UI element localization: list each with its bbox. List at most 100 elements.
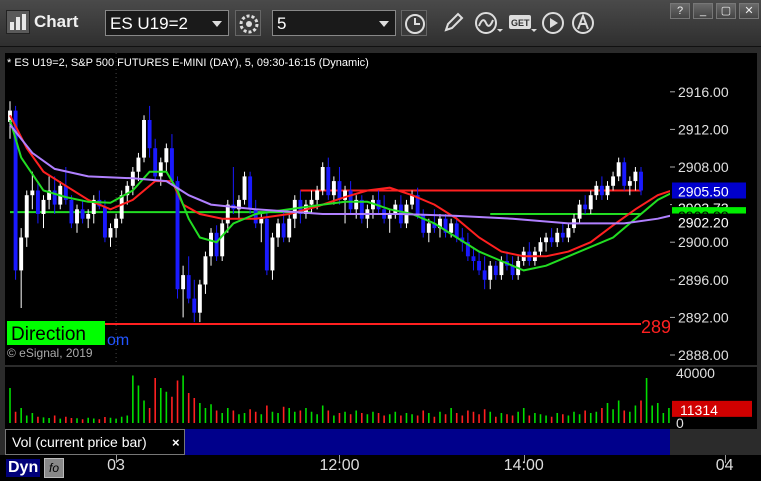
candle	[337, 181, 342, 200]
legend-strip	[185, 429, 670, 455]
help-button[interactable]: ?	[670, 3, 690, 19]
price-tag-label: 2902.20	[678, 215, 729, 231]
candle	[454, 223, 459, 238]
volume-panel[interactable]	[5, 367, 670, 429]
candle	[80, 209, 85, 219]
volume-bar	[656, 403, 659, 423]
price-chart-panel[interactable]: * ES U19=2, S&P 500 FUTURES E-MINI (DAY)…	[5, 53, 726, 365]
symbol-field[interactable]: ES U19=2	[105, 10, 229, 36]
window-title: Chart	[34, 12, 79, 31]
chevron-down-icon[interactable]	[379, 21, 389, 27]
volume-bar	[550, 416, 553, 423]
volume-bar	[338, 413, 341, 423]
function-icon[interactable]: fo	[44, 458, 64, 478]
volume-bar	[584, 410, 586, 423]
volume-bar	[282, 406, 285, 423]
volume-bar	[517, 411, 519, 423]
x-tick-label: 03	[107, 457, 125, 474]
volume-bar	[500, 413, 503, 423]
volume-bar	[416, 415, 419, 423]
candle	[24, 195, 29, 238]
restore-button[interactable]: ▢	[716, 3, 736, 19]
candle	[119, 195, 124, 219]
candle	[30, 190, 35, 196]
volume-bar	[238, 414, 240, 423]
candle	[426, 223, 431, 233]
candle	[142, 120, 146, 158]
candle	[315, 190, 320, 200]
volume-bar	[556, 413, 559, 423]
candle	[331, 181, 336, 196]
candle	[287, 218, 292, 238]
volume-bar	[65, 416, 67, 423]
close-icon[interactable]: ×	[172, 431, 180, 455]
x-tick-label: 04	[715, 457, 734, 474]
candle	[588, 195, 593, 210]
volume-bar	[511, 415, 514, 423]
candle	[566, 228, 571, 238]
svg-text:GET: GET	[511, 18, 530, 28]
y-tick-label: 2908.00	[678, 159, 729, 175]
volume-bar	[137, 385, 140, 423]
get-data-button[interactable]: GET	[508, 10, 537, 36]
candle	[158, 162, 163, 177]
link-fragment[interactable]: om	[107, 332, 129, 349]
candle	[41, 199, 46, 214]
volume-bar	[310, 411, 313, 423]
volume-bar	[53, 415, 56, 423]
candle	[326, 167, 331, 196]
volume-bar	[534, 413, 536, 423]
volume-bar	[489, 411, 492, 423]
volume-bar	[623, 410, 626, 423]
watermark: © eSignal, 2019	[7, 346, 93, 360]
volume-bar	[388, 414, 391, 423]
candle	[136, 157, 141, 172]
close-button[interactable]: ✕	[739, 3, 759, 19]
candle	[86, 214, 91, 219]
symbol-settings-button[interactable]	[235, 10, 261, 36]
volume-bar	[629, 411, 631, 423]
volume-bar	[455, 413, 458, 423]
volume-bar	[266, 405, 268, 423]
dynamic-button[interactable]: Dyn	[6, 459, 41, 477]
volume-bar	[344, 411, 346, 423]
volume-bar	[92, 418, 95, 423]
candle	[253, 209, 258, 224]
candle	[544, 237, 549, 243]
volume-bar	[305, 408, 307, 423]
volume-bar	[115, 418, 117, 423]
volume-bar	[87, 417, 89, 423]
minimize-button[interactable]: _	[693, 3, 713, 19]
volume-bar	[355, 410, 358, 423]
volume-bar	[199, 403, 201, 423]
candle	[627, 181, 632, 186]
candle	[214, 232, 219, 257]
volume-bar	[450, 408, 452, 423]
candle	[164, 148, 169, 163]
price-axis[interactable]: 2916.002912.002908.002904.002900.002896.…	[670, 53, 757, 365]
chevron-down-icon[interactable]	[212, 21, 222, 27]
volume-bar	[567, 415, 570, 423]
volume-bar	[422, 410, 425, 423]
volume-bar	[293, 411, 296, 423]
volume-bar	[539, 414, 542, 423]
play-button[interactable]	[540, 10, 566, 36]
interval-settings-button[interactable]	[401, 10, 427, 36]
volume-bar	[221, 413, 223, 423]
y-tick-label: 2892.00	[678, 309, 729, 325]
volume-axis[interactable]: 40000 0 11314	[670, 365, 757, 431]
volume-legend[interactable]: Vol (current price bar) ×	[5, 429, 185, 455]
candle	[192, 298, 197, 313]
volume-bar	[31, 413, 34, 423]
volume-legend-label: Vol (current price bar)	[12, 434, 147, 450]
chart-app-icon	[6, 10, 30, 34]
draw-tool-button[interactable]	[440, 10, 466, 36]
candle	[577, 204, 582, 219]
volume-chart	[9, 375, 670, 423]
candle	[203, 256, 208, 285]
candle	[538, 242, 543, 252]
studies-button[interactable]	[474, 10, 503, 36]
volume-bar	[349, 414, 352, 423]
alert-button[interactable]	[570, 10, 596, 36]
interval-field[interactable]: 5	[272, 10, 396, 36]
